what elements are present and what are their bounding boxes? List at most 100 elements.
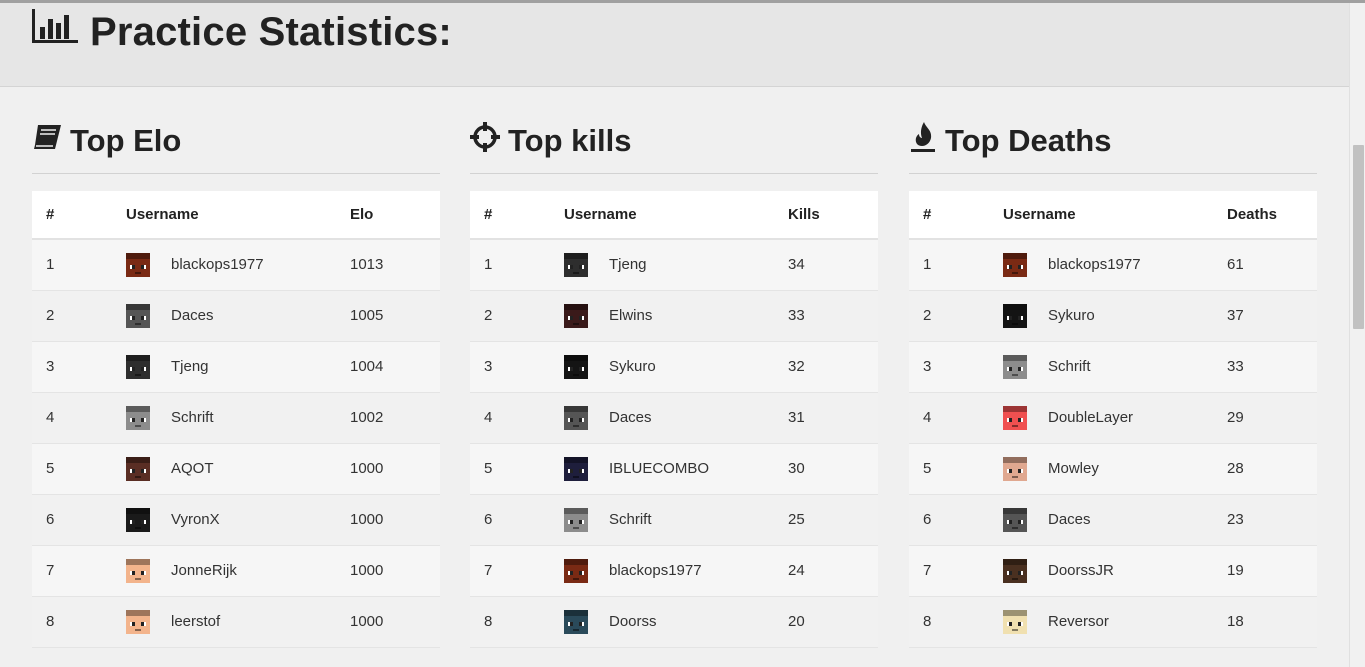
table-row: 5 IBLUECOMBO 30: [470, 443, 878, 494]
section-title-wrap: Top Elo: [32, 121, 181, 161]
col-elo: Elo: [350, 206, 374, 223]
player-avatar-icon: [126, 405, 150, 430]
username-cell: Sykuro: [564, 341, 788, 392]
value-cell: 37: [1227, 307, 1244, 324]
username-cell: Elwins: [564, 290, 788, 341]
rank-cell: 5: [923, 460, 932, 477]
username-cell: blackops1977: [1003, 239, 1227, 290]
username-text[interactable]: Elwins: [609, 307, 652, 324]
username-cell: DoorssJR: [1003, 545, 1227, 596]
player-avatar-icon: [126, 354, 150, 379]
value-cell: 1004: [350, 358, 384, 375]
table-row: 6 Daces 23: [909, 494, 1317, 545]
username-cell: Sykuro: [1003, 290, 1227, 341]
username-text[interactable]: DoorssJR: [1048, 562, 1114, 579]
value-cell: 61: [1227, 256, 1244, 274]
username-cell: IBLUECOMBO: [564, 443, 788, 494]
table-row: 4 Daces 31: [470, 392, 878, 443]
table-row: 4 Schrift 1002: [32, 392, 440, 443]
rank-cell: 2: [923, 307, 932, 324]
value-cell: 34: [788, 256, 805, 274]
value-cell: 19: [1227, 562, 1244, 579]
username-text[interactable]: Mowley: [1048, 460, 1099, 477]
fire-icon: [909, 121, 937, 161]
player-avatar-icon: [126, 507, 150, 532]
value-cell: 31: [788, 409, 805, 426]
table-row: 7 DoorssJR 19: [909, 545, 1317, 596]
player-avatar-icon: [1003, 303, 1027, 328]
rank-cell: 6: [484, 511, 493, 528]
col-kills: Kills: [788, 206, 820, 223]
rank-cell: 4: [46, 409, 55, 426]
username-text[interactable]: IBLUECOMBO: [609, 460, 709, 477]
player-avatar-icon: [1003, 354, 1027, 379]
player-avatar-icon: [126, 303, 150, 328]
table-row: 3 Schrift 33: [909, 341, 1317, 392]
username-text[interactable]: Tjeng: [609, 256, 647, 273]
table-row: 4 DoubleLayer 29: [909, 392, 1317, 443]
username-text[interactable]: Daces: [171, 307, 214, 324]
username-text[interactable]: Sykuro: [609, 358, 656, 375]
player-avatar-icon: [126, 558, 150, 583]
username-text[interactable]: Schrift: [609, 511, 652, 528]
username-text[interactable]: Reversor: [1048, 613, 1109, 630]
value-cell: 1002: [350, 409, 384, 426]
username-text[interactable]: blackops1977: [171, 256, 264, 273]
scrollbar-thumb[interactable]: [1353, 145, 1364, 329]
rank-cell: 7: [46, 562, 55, 579]
col-username: Username: [564, 206, 637, 223]
username-cell: Daces: [564, 392, 788, 443]
table-row: 3 Tjeng 1004: [32, 341, 440, 392]
player-avatar-icon: [126, 252, 150, 277]
divider: [470, 173, 878, 174]
table-row: 8 leerstof 1000: [32, 596, 440, 647]
player-avatar-icon: [1003, 405, 1027, 430]
username-cell: Reversor: [1003, 596, 1227, 647]
section-title: Top kills: [508, 123, 632, 158]
divider: [32, 173, 440, 174]
username-cell: Schrift: [126, 392, 350, 443]
rank-cell: 1: [923, 256, 932, 274]
rank-cell: 6: [923, 511, 932, 528]
player-avatar-icon: [564, 507, 588, 532]
username-cell: blackops1977: [564, 545, 788, 596]
username-text[interactable]: Sykuro: [1048, 307, 1095, 324]
username-text[interactable]: blackops1977: [609, 562, 702, 579]
rank-cell: 7: [484, 562, 493, 579]
player-avatar-icon: [564, 558, 588, 583]
username-text[interactable]: Schrift: [1048, 358, 1091, 375]
player-avatar-icon: [1003, 507, 1027, 532]
username-cell: Schrift: [1003, 341, 1227, 392]
username-text[interactable]: Tjeng: [171, 358, 209, 375]
username-text[interactable]: Schrift: [171, 409, 214, 426]
col-rank: #: [923, 206, 932, 223]
username-text[interactable]: Daces: [609, 409, 652, 426]
col-deaths: Deaths: [1227, 206, 1278, 223]
rank-cell: 6: [46, 511, 55, 528]
username-cell: leerstof: [126, 596, 350, 647]
value-cell: 1000: [350, 511, 384, 528]
username-cell: Tjeng: [126, 341, 350, 392]
value-cell: 1005: [350, 307, 384, 324]
value-cell: 23: [1227, 511, 1244, 528]
username-text[interactable]: Doorss: [609, 613, 657, 630]
elo-table: # Username Elo 1 blackops1977 1013 2 Daces 10…: [32, 191, 440, 648]
value-cell: 18: [1227, 613, 1244, 630]
player-avatar-icon: [1003, 456, 1027, 481]
username-text[interactable]: VyronX: [171, 511, 220, 528]
rank-cell: 2: [484, 307, 493, 324]
section-title: Top Deaths: [945, 123, 1112, 158]
table-header-row: # Username Kills: [470, 191, 878, 239]
section-title-wrap: Top Deaths: [909, 121, 1112, 161]
table-row: 8 Doorss 20: [470, 596, 878, 647]
elo-table-body: 1 blackops1977 1013 2 Daces 1005 3 Tjeng 1004 4 Sc…: [32, 239, 440, 647]
username-text[interactable]: Daces: [1048, 511, 1091, 528]
rank-cell: 3: [46, 358, 55, 375]
username-text[interactable]: JonneRijk: [171, 562, 237, 579]
username-text[interactable]: leerstof: [171, 613, 220, 630]
username-text[interactable]: DoubleLayer: [1048, 409, 1133, 426]
value-cell: 30: [788, 460, 805, 477]
page-scrollbar[interactable]: [1349, 3, 1365, 667]
username-text[interactable]: AQOT: [171, 460, 214, 477]
username-text[interactable]: blackops1977: [1048, 256, 1141, 273]
